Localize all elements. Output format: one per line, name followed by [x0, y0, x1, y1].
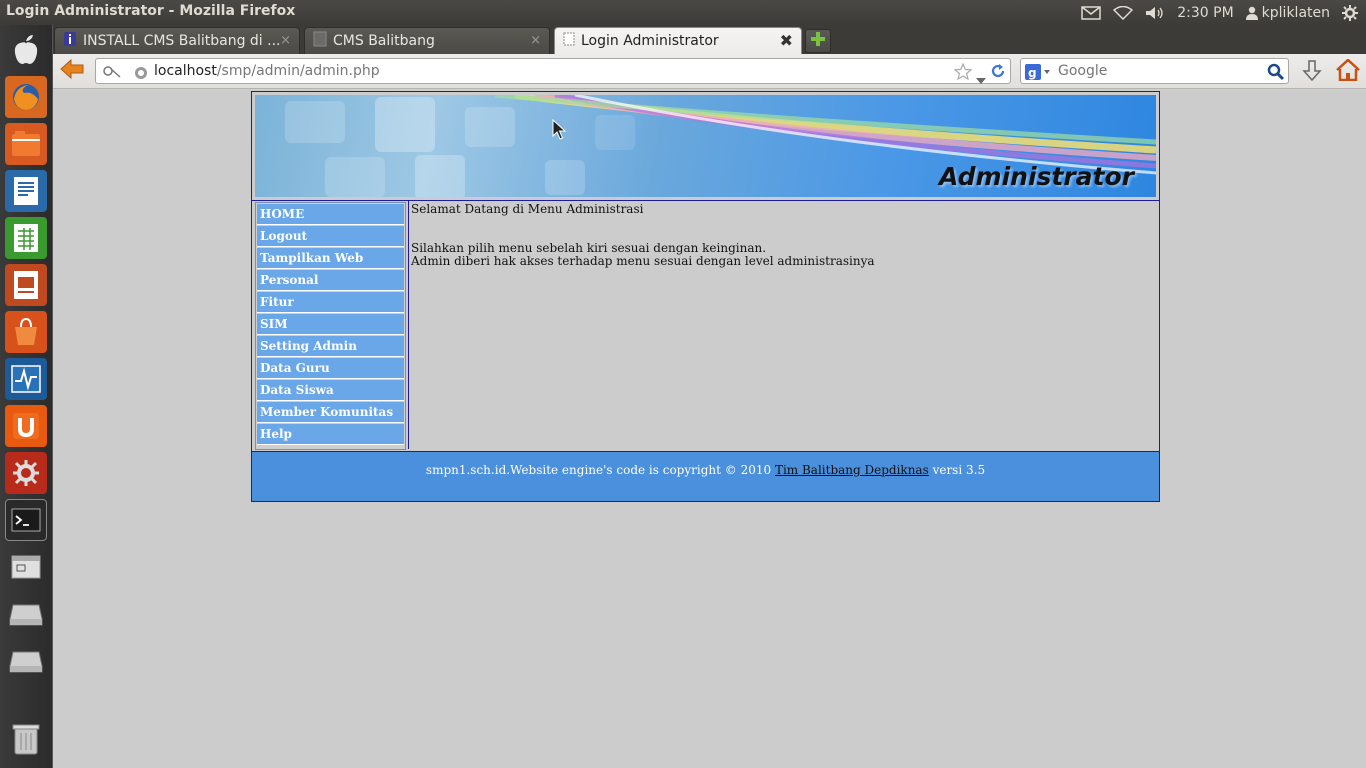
home-icon[interactable] [1336, 58, 1360, 85]
menu-item-personal[interactable]: Personal [257, 270, 404, 291]
info-icon [63, 31, 77, 51]
tab-strip: INSTALL CMS Balitbang di ... × CMS Balit… [53, 25, 1366, 54]
wifi-icon[interactable] [1113, 5, 1134, 20]
launcher-dash-icon[interactable] [5, 29, 47, 71]
user-icon [1245, 6, 1258, 20]
back-arrow-icon [60, 58, 84, 83]
back-button[interactable] [59, 58, 85, 83]
star-icon[interactable] [953, 62, 973, 84]
mail-icon[interactable] [1081, 5, 1101, 20]
url-text: localhost/smp/admin/admin.php [154, 63, 380, 79]
search-input[interactable] [1058, 63, 1258, 79]
volume-icon[interactable] [1145, 6, 1165, 20]
tab-cms-balitbang[interactable]: CMS Balitbang × [304, 27, 550, 54]
top-panel: Login Administrator - Mozilla Firefox 2:… [0, 0, 1366, 25]
launcher [0, 25, 53, 768]
new-tab-button[interactable] [805, 29, 831, 53]
launcher-settings-icon[interactable] [5, 452, 47, 494]
launcher-firefox-icon[interactable] [5, 76, 47, 118]
menu-item-fitur[interactable]: Fitur [257, 292, 404, 313]
globe-icon [134, 65, 148, 84]
launcher-drive-icon-2[interactable] [5, 640, 47, 682]
tab-login-administrator[interactable]: Login Administrator ✖ [554, 27, 802, 54]
launcher-system-monitor-icon[interactable] [5, 358, 47, 400]
sidebar-divider [408, 201, 409, 449]
window-title: Login Administrator - Mozilla Firefox [6, 3, 296, 19]
download-icon[interactable] [1302, 60, 1322, 86]
launcher-trash-icon[interactable] [5, 718, 47, 760]
banner-title: Administrator [939, 162, 1134, 191]
gear-icon[interactable] [1342, 4, 1358, 21]
web-page: Administrator HOME Logout Tampilkan Web … [53, 90, 1366, 768]
menu-item-data-guru[interactable]: Data Guru [257, 358, 404, 379]
launcher-ubuntu-one-icon[interactable] [5, 405, 47, 447]
plus-icon [810, 31, 826, 51]
menu-item-home[interactable]: HOME [257, 204, 404, 225]
url-path: /smp/admin/admin.php [216, 63, 380, 79]
launcher-writer-icon[interactable] [5, 170, 47, 212]
launcher-window-icon[interactable] [5, 546, 47, 588]
launcher-impress-icon[interactable] [5, 264, 47, 306]
menu-item-help[interactable]: Help [257, 424, 404, 445]
menu-item-member-komunitas[interactable]: Member Komunitas [257, 402, 404, 423]
page-footer: smpn1.sch.id.Website engine's code is co… [252, 451, 1159, 501]
google-icon[interactable]: g [1025, 64, 1051, 84]
launcher-software-center-icon[interactable] [5, 311, 47, 353]
svg-text:g: g [1028, 66, 1037, 80]
launcher-files-icon[interactable] [5, 123, 47, 165]
footer-version: versi 3.5 [928, 463, 986, 477]
admin-banner: Administrator [255, 95, 1156, 197]
mouse-cursor-icon [552, 118, 567, 145]
tab-label: CMS Balitbang [333, 33, 435, 49]
menu-item-logout[interactable]: Logout [257, 226, 404, 247]
close-icon[interactable]: × [280, 33, 291, 48]
footer-link[interactable]: Tim Balitbang Depdiknas [775, 463, 929, 477]
header-divider [252, 200, 1159, 201]
page-icon [563, 32, 575, 50]
reload-icon[interactable] [990, 63, 1006, 83]
close-icon[interactable]: ✖ [780, 31, 793, 50]
close-icon[interactable]: × [530, 33, 541, 48]
menu-item-data-siswa[interactable]: Data Siswa [257, 380, 404, 401]
admin-sidebar-menu: HOME Logout Tampilkan Web Personal Fitur… [255, 202, 406, 450]
page-icon [313, 31, 327, 51]
clock[interactable]: 2:30 PM [1177, 5, 1233, 21]
url-host: localhost [154, 63, 217, 79]
launcher-drive-icon[interactable] [5, 593, 47, 635]
welcome-heading: Selamat Datang di Menu Administrasi [411, 202, 644, 216]
access-note-text: Admin diberi hak akses terhadap menu ses… [411, 254, 875, 268]
user-name: kpliklaten [1261, 4, 1330, 21]
tab-label: INSTALL CMS Balitbang di ... [83, 33, 281, 49]
dropdown-arrow-icon[interactable] [976, 69, 986, 88]
tab-label: Login Administrator [581, 33, 719, 49]
tab-install-cms[interactable]: INSTALL CMS Balitbang di ... × [54, 27, 300, 54]
launcher-calc-icon[interactable] [5, 217, 47, 259]
menu-item-setting-admin[interactable]: Setting Admin [257, 336, 404, 357]
search-icon[interactable] [1267, 63, 1285, 85]
indicator-area: 2:30 PM kpliklaten [1081, 0, 1358, 25]
admin-container: Administrator HOME Logout Tampilkan Web … [251, 91, 1160, 502]
navigation-bar: localhost/smp/admin/admin.php g [53, 54, 1366, 89]
search-bar[interactable]: g [1020, 58, 1289, 84]
footer-text: smpn1.sch.id.Website engine's code is co… [425, 463, 775, 477]
launcher-terminal-icon[interactable] [5, 499, 47, 541]
user-menu[interactable]: kpliklaten [1245, 4, 1330, 21]
main-content: Selamat Datang di Menu Administrasi Sila… [411, 203, 1151, 268]
menu-item-tampilkan-web[interactable]: Tampilkan Web [257, 248, 404, 269]
identity-icon[interactable] [102, 63, 122, 83]
url-bar[interactable]: localhost/smp/admin/admin.php [95, 58, 1011, 84]
menu-item-sim[interactable]: SIM [257, 314, 404, 335]
